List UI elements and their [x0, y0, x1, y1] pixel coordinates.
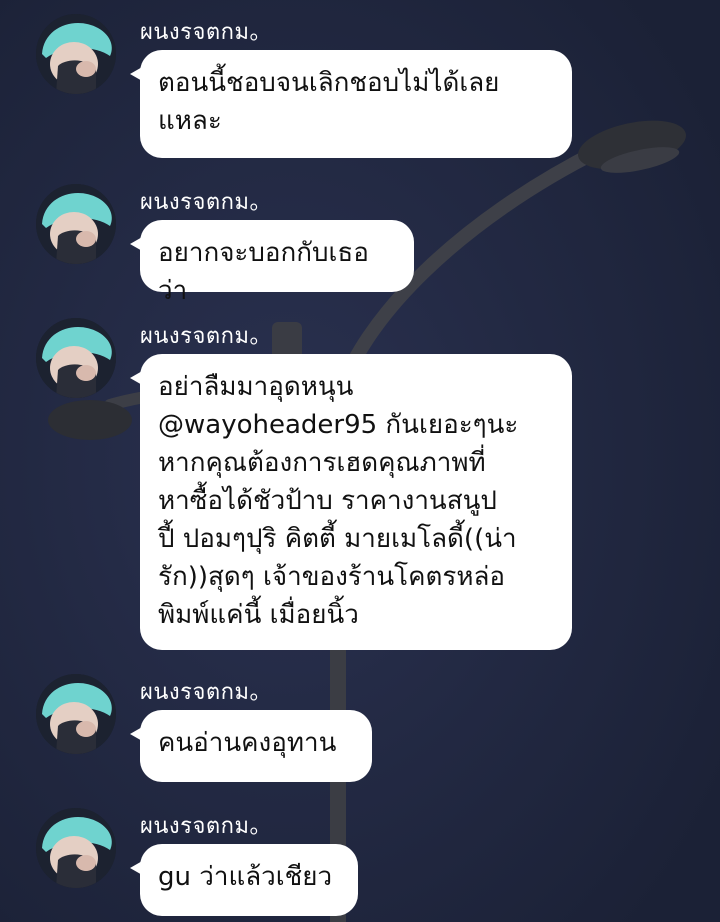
avatar-photo-icon: [36, 674, 116, 754]
avatar[interactable]: [36, 318, 116, 398]
message-bubble[interactable]: อย่าลืมมาอุดหนุน @wayoheader95 กันเยอะๆน…: [130, 354, 572, 650]
avatar-photo-icon: [36, 808, 116, 888]
sender-name: ผนงรจตกม。: [140, 190, 272, 215]
sender-name: ผนงรจตกม。: [140, 324, 272, 349]
sender-name: ผนงรจตกม。: [140, 680, 272, 705]
message-bubble[interactable]: คนอ่านคงอุทาน: [130, 710, 372, 782]
avatar[interactable]: [36, 184, 116, 264]
avatar[interactable]: [36, 808, 116, 888]
avatar[interactable]: [36, 674, 116, 754]
sender-name: ผนงรจตกม。: [140, 20, 272, 45]
sender-name: ผนงรจตกม。: [140, 814, 272, 839]
avatar-photo-icon: [36, 318, 116, 398]
avatar[interactable]: [36, 14, 116, 94]
message-bubble[interactable]: gu ว่าแล้วเชียว: [130, 844, 358, 916]
avatar-photo-icon: [36, 184, 116, 264]
chat-thread: ผนงรจตกม。 ตอนนี้ชอบจนเลิกชอบไม่ได้เลย แห…: [0, 0, 720, 922]
message-bubble[interactable]: ตอนนี้ชอบจนเลิกชอบไม่ได้เลย แหละ: [130, 50, 572, 158]
message-bubble[interactable]: อยากจะบอกกับเธอว่า: [130, 220, 414, 306]
avatar-photo-icon: [36, 14, 116, 94]
